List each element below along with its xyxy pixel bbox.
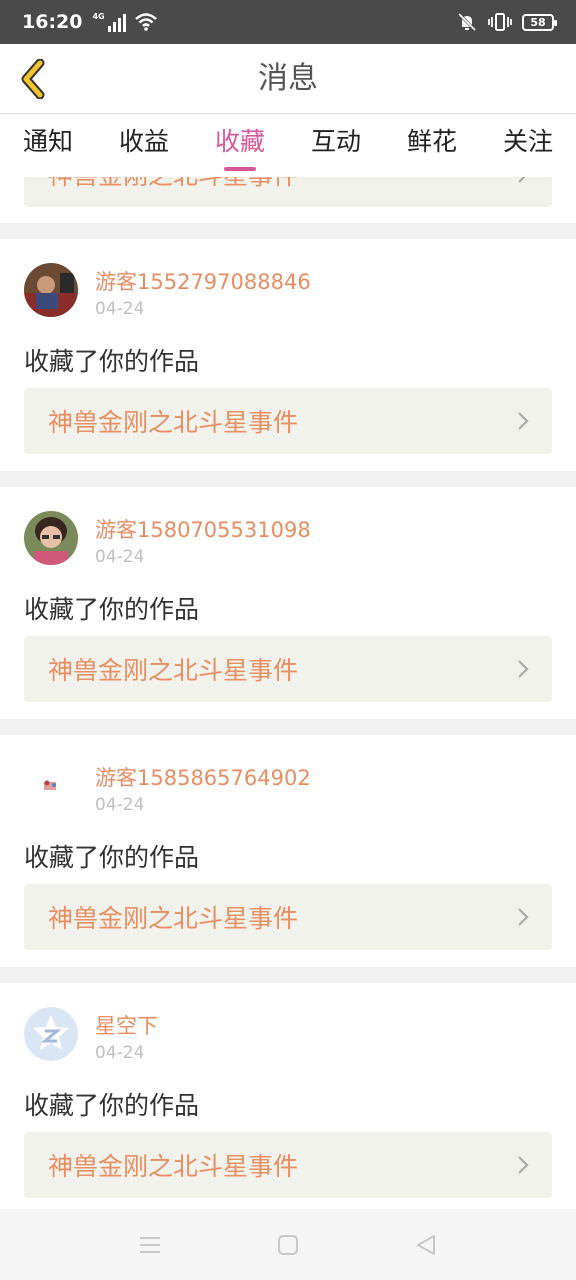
avatar[interactable] (24, 511, 78, 565)
message-list[interactable]: 神兽金刚之北斗星事件 游客1552797088846 04-24 收藏了你的作品… (0, 177, 576, 1209)
chevron-right-icon (518, 908, 529, 926)
message-date: 04-24 (95, 547, 145, 567)
work-link[interactable]: 神兽金刚之北斗星事件 (24, 177, 552, 207)
tab-interaction[interactable]: 互动 (288, 115, 384, 177)
avatar[interactable] (24, 759, 78, 813)
mute-icon (457, 12, 477, 32)
tab-flowers[interactable]: 鲜花 (384, 115, 480, 177)
battery-icon: 58 (522, 13, 557, 31)
username[interactable]: 游客1552797088846 (95, 266, 311, 296)
work-link[interactable]: 神兽金刚之北斗星事件 (24, 388, 552, 454)
tab-earnings[interactable]: 收益 (96, 115, 192, 177)
back-nav-button[interactable] (357, 1209, 495, 1280)
tab-notification[interactable]: 通知 (0, 115, 96, 177)
work-title: 神兽金刚之北斗星事件 (48, 656, 299, 685)
system-nav-bar (0, 1209, 576, 1280)
username[interactable]: 星空下 (95, 1010, 158, 1040)
avatar[interactable] (24, 1007, 78, 1061)
wifi-icon (134, 13, 157, 31)
message-date: 04-24 (95, 795, 145, 815)
vibrate-icon (488, 13, 512, 31)
tab-follow[interactable]: 关注 (480, 115, 576, 177)
username[interactable]: 游客1585865764902 (95, 762, 311, 792)
status-bar: 16:20 4G 58 (0, 0, 576, 44)
list-item: 游客1585865764902 04-24 收藏了你的作品 神兽金刚之北斗星事件 (0, 735, 576, 967)
message-text: 收藏了你的作品 (24, 843, 200, 872)
list-item: 游客1552797088846 04-24 收藏了你的作品 神兽金刚之北斗星事件 (0, 239, 576, 471)
chevron-right-icon (518, 412, 529, 430)
list-item: 游客1580705531098 04-24 收藏了你的作品 神兽金刚之北斗星事件 (0, 487, 576, 719)
page-title: 消息 (258, 61, 318, 96)
work-title: 神兽金刚之北斗星事件 (48, 904, 299, 933)
chevron-right-icon (518, 1156, 529, 1174)
message-text: 收藏了你的作品 (24, 347, 200, 376)
header: 消息 (0, 44, 576, 114)
work-link[interactable]: 神兽金刚之北斗星事件 (24, 884, 552, 950)
triangle-back-icon (417, 1234, 435, 1255)
message-date: 04-24 (95, 1043, 145, 1063)
home-button[interactable] (219, 1209, 357, 1280)
work-link[interactable]: 神兽金刚之北斗星事件 (24, 636, 552, 702)
status-time: 16:20 (22, 11, 83, 33)
work-title: 神兽金刚之北斗星事件 (48, 1152, 299, 1181)
network-type: 4G (92, 12, 105, 21)
chevron-right-icon (518, 177, 526, 183)
menu-button[interactable] (81, 1209, 219, 1280)
list-item: 神兽金刚之北斗星事件 (0, 177, 576, 223)
signal-icon: 4G (92, 12, 126, 32)
work-title: 神兽金刚之北斗星事件 (48, 177, 298, 192)
tab-favorites[interactable]: 收藏 (192, 115, 288, 177)
message-text: 收藏了你的作品 (24, 595, 200, 624)
menu-icon (140, 1236, 160, 1253)
message-date: 04-24 (95, 299, 145, 319)
work-link[interactable]: 神兽金刚之北斗星事件 (24, 1132, 552, 1198)
list-item: 星空下 04-24 收藏了你的作品 神兽金刚之北斗星事件 (0, 983, 576, 1209)
tab-bar: 通知 收益 收藏 互动 鲜花 关注 (0, 115, 576, 177)
chevron-right-icon (518, 660, 529, 678)
avatar[interactable] (24, 263, 78, 317)
work-title: 神兽金刚之北斗星事件 (48, 408, 299, 437)
message-text: 收藏了你的作品 (24, 1091, 200, 1120)
home-icon (278, 1234, 298, 1255)
username[interactable]: 游客1580705531098 (95, 514, 311, 544)
